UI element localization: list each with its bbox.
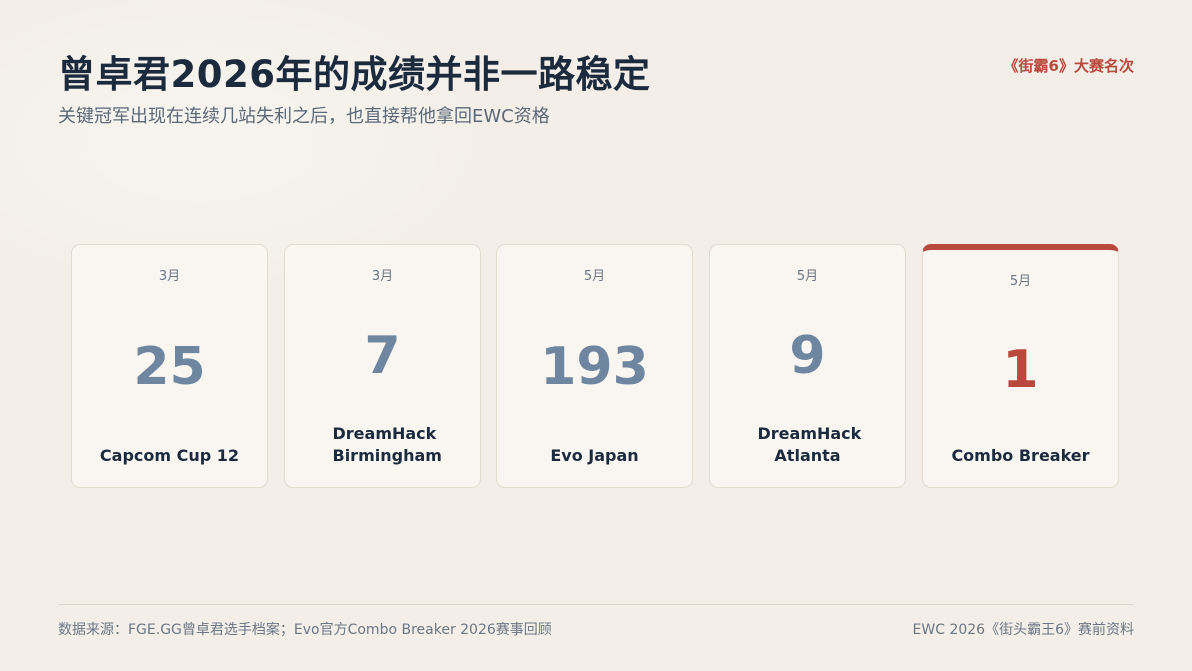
result-card-combo-breaker: 5月 1 Combo Breaker [922,244,1119,488]
card-rank: 193 [540,337,649,397]
footer-note: EWC 2026《街头霸王6》赛前资料 [912,622,1134,638]
result-card-dreamhack-atlanta: 5月 9 DreamHack Atlanta [709,244,906,488]
card-month: 3月 [371,269,394,284]
card-event: DreamHack Atlanta [757,424,862,465]
card-month: 5月 [1009,274,1032,289]
card-rank: 25 [133,337,206,397]
card-event: Combo Breaker [951,446,1090,465]
card-event: Capcom Cup 12 [99,446,240,465]
result-card-capcom-cup: 3月 25 Capcom Cup 12 [71,244,268,488]
card-month: 3月 [158,269,181,284]
result-card-evo-japan: 5月 193 Evo Japan [496,244,693,488]
card-month: 5月 [796,269,819,284]
card-event: DreamHack Birmingham [332,424,442,465]
slide: 曾卓君2026年的成绩并非一路稳定 关键冠军出现在连续几站失利之后，也直接帮他拿… [0,0,1192,671]
card-rank: 7 [364,326,401,386]
card-event: Evo Japan [550,446,639,465]
footer-source: 数据来源：FGE.GG曾卓君选手档案；Evo官方Combo Breaker 20… [58,622,552,638]
page-subtitle: 关键冠军出现在连续几站失利之后，也直接帮他拿回EWC资格 [58,106,550,127]
card-rank: 1 [1002,340,1039,400]
section-tag: 《街霸6》大赛名次 [1003,57,1134,75]
result-card-dreamhack-birmingham: 3月 7 DreamHack Birmingham [284,244,481,488]
results-card-row: 3月 25 Capcom Cup 12 3月 7 DreamHack Birmi… [71,244,1121,490]
card-month: 5月 [583,269,606,284]
footer-divider [58,604,1134,605]
card-rank: 9 [789,326,826,386]
page-title: 曾卓君2026年的成绩并非一路稳定 [58,53,651,96]
